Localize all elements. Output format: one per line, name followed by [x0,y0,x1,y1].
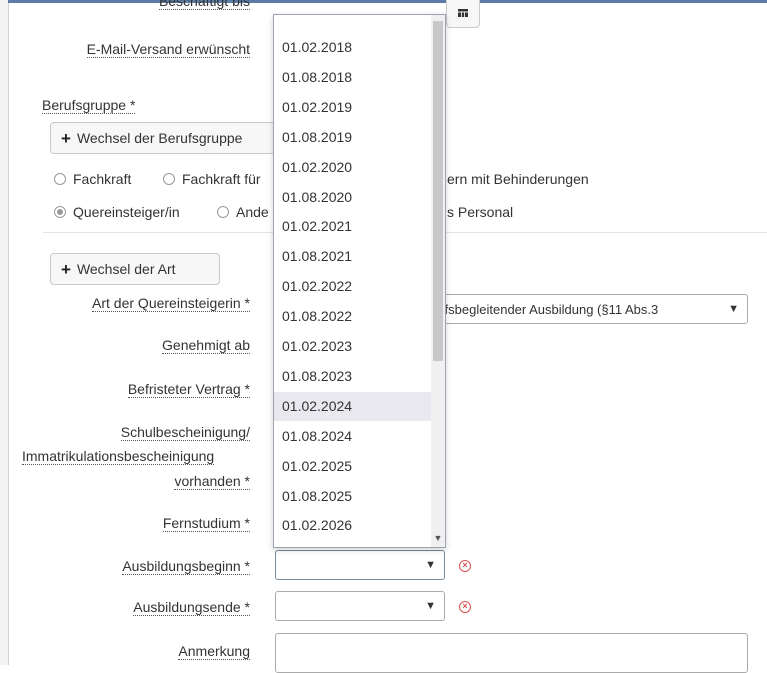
schul-label-line3: vorhanden * [174,473,250,490]
radio-behinderungen-label-tail: ern mit Behinderungen [447,170,589,188]
dropdown-option[interactable]: 01.02.2026 [274,511,431,540]
radio-circle[interactable] [163,173,175,185]
dropdown-option[interactable]: 01.02.2020 [274,153,431,182]
dropdown-option[interactable]: 01.02.2024 [274,391,431,421]
error-x-icon: × [459,601,471,613]
radio-behinderungen-label: ern mit Behinderungen [447,171,589,187]
dropdown-option[interactable]: 01.08.2022 [274,302,431,331]
plus-icon: + [61,259,71,279]
ausbildungsende-label: Ausbildungsende * [133,599,250,616]
radio-quereinsteiger-label: Quereinsteiger/in [73,204,180,220]
radio-circle[interactable] [217,206,229,218]
dropdown-option[interactable]: 01.08.2019 [274,123,431,152]
chevron-down-icon: ▼ [425,600,436,612]
radio-fachkraft-fuer[interactable]: Fachkraft für [163,170,261,188]
ausbildungsbeginn-label: Ausbildungsbeginn * [122,558,250,575]
dropdown-option[interactable]: 01.08.2024 [274,422,431,451]
beschaeftigt-bis-label: Beschäftigt bis [50,0,250,12]
befristet-label: Befristeter Vertrag * [127,381,250,398]
radio-personal-label: s Personal [447,204,514,220]
radio-personal-label-tail: s Personal [447,203,513,221]
dropdown-option[interactable]: 01.08.2021 [274,242,431,271]
dropdown-option[interactable]: 01.08.2025 [274,482,431,511]
wechsel-berufsgruppe-label: Wechsel der Berufsgruppe [76,130,243,146]
dropdown-scrollbar[interactable]: ▼ [431,15,445,547]
wechsel-art-label: Wechsel der Art [76,261,176,277]
chevron-down-icon: ▼ [728,303,739,315]
calendar-button[interactable] [446,0,480,28]
dropdown-scrollbar-thumb[interactable] [433,21,443,361]
radio-andere-label: Ande [236,204,269,220]
schul-label-line2: Immatrikulationsbescheinigung [22,448,215,465]
chevron-down-icon: ▼ [425,559,436,571]
art-select[interactable]: rufsbegleitender Ausbildung (§11 Abs.3 ▼ [420,294,748,324]
genehmigt-label: Genehmigt ab [162,337,250,354]
radio-andere[interactable]: Ande [217,203,269,221]
fernstudium-label: Fernstudium * [162,515,250,532]
dropdown-option[interactable]: 01.08.2023 [274,362,431,391]
dropdown-option[interactable]: 01.02.2019 [274,93,431,122]
calendar-icon [458,9,468,17]
art-select-value: rufsbegleitender Ausbildung (§11 Abs.3 [433,301,659,317]
wechsel-berufsgruppe-button[interactable]: + Wechsel der Berufsgruppe [50,122,290,154]
email-label: E-Mail-Versand erwünscht [86,41,250,58]
berufsgruppe-label: Berufsgruppe * [42,97,136,114]
plus-icon: + [61,128,71,148]
radio-fachkraft[interactable]: Fachkraft [54,170,131,188]
dropdown-option[interactable]: 01.08.2018 [274,63,431,92]
error-x-icon: × [459,560,471,572]
art-label: Art der Quereinsteigerin * [92,295,250,312]
scroll-down-arrow-icon[interactable]: ▼ [433,533,443,543]
anmerkung-input[interactable] [275,633,748,673]
radio-fachkraft-label: Fachkraft [73,171,132,187]
radio-quereinsteiger[interactable]: Quereinsteiger/in [54,203,180,221]
dropdown-option[interactable]: 01.02.2018 [274,33,431,62]
dropdown-option[interactable]: 01.02.2025 [274,452,431,481]
dropdown-option[interactable]: 01.02.2023 [274,332,431,361]
window-left-edge [0,0,9,665]
dropdown-option[interactable]: 01.02.2022 [274,272,431,301]
radio-circle-selected[interactable] [54,206,66,218]
dropdown-option[interactable]: 01.02.2021 [274,212,431,241]
date-dropdown-list[interactable]: 01.02.2018 01.08.2018 01.02.2019 01.08.2019… [273,14,446,548]
dropdown-option[interactable]: 01.08.2020 [274,183,431,212]
radio-circle[interactable] [54,173,66,185]
radio-fachkraft-fuer-label: Fachkraft für [182,171,261,187]
wechsel-art-button[interactable]: + Wechsel der Art [50,253,220,285]
anmerkung-label: Anmerkung [178,643,250,660]
ausbildungsbeginn-select[interactable]: ▼ [275,550,445,580]
ausbildungsende-select[interactable]: ▼ [275,591,445,621]
schul-label-line1: Schulbescheinigung/ [120,424,250,441]
